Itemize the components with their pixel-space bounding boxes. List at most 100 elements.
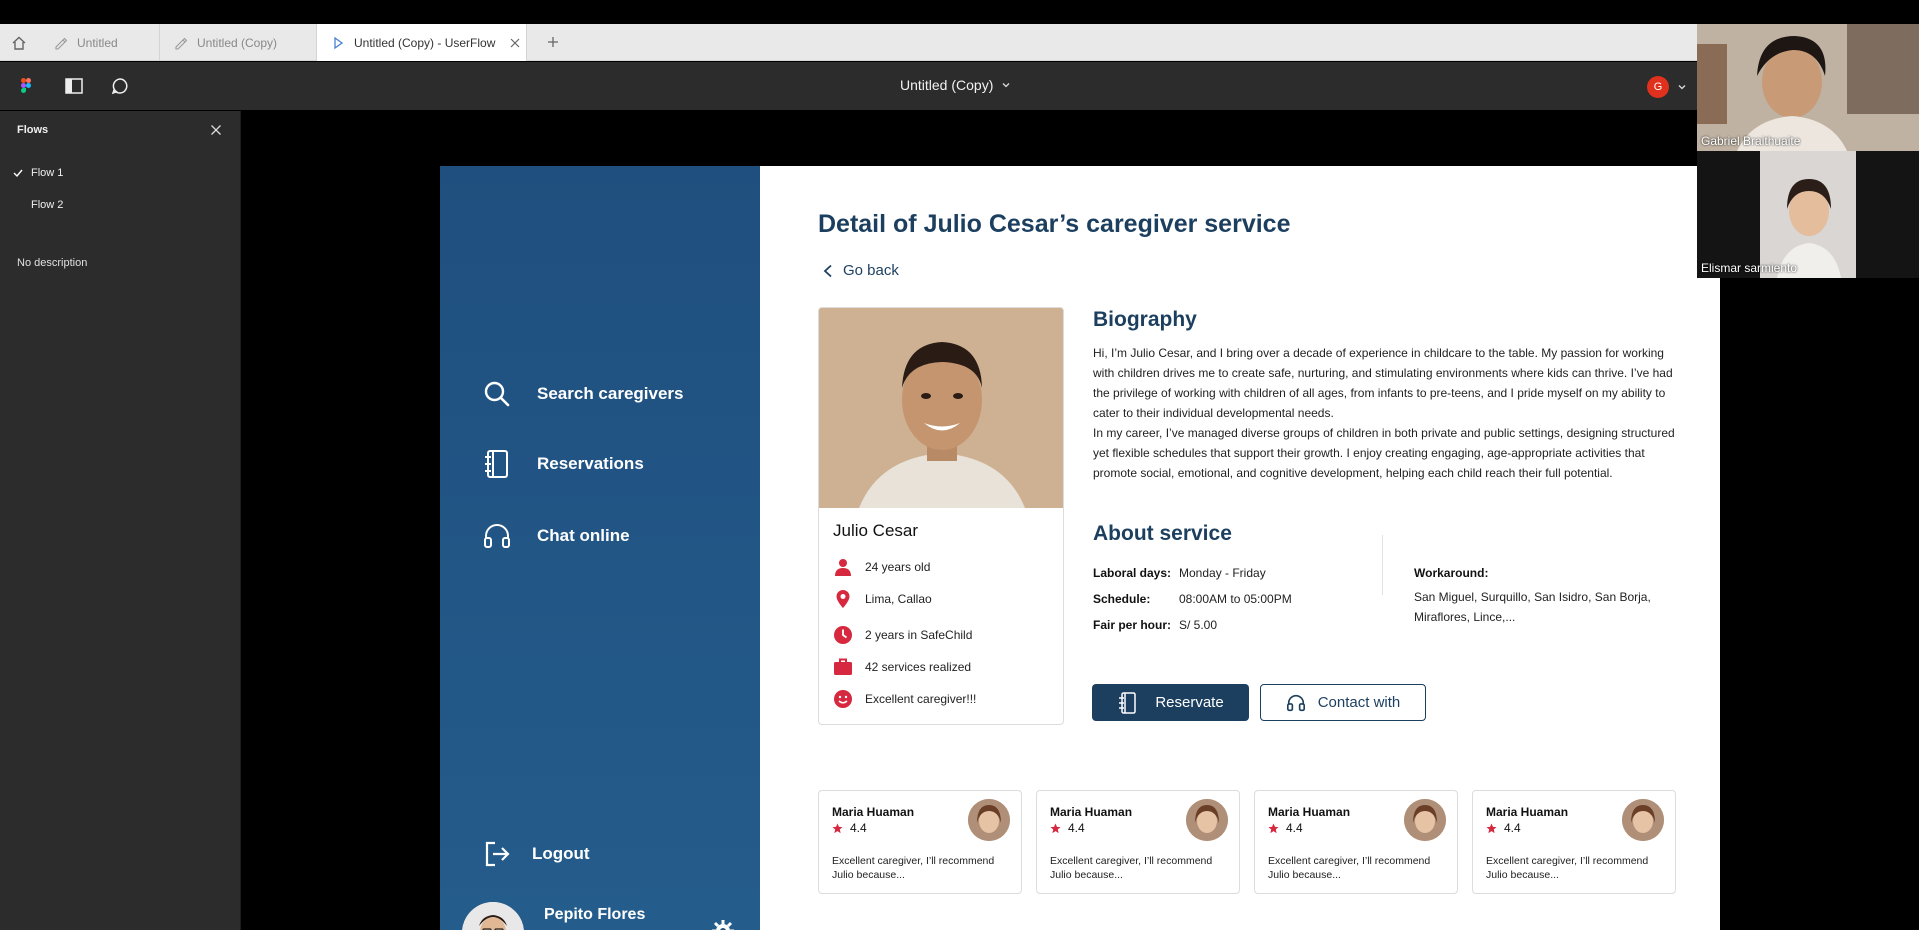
tab-label: Untitled (Copy) xyxy=(197,35,278,50)
location-pin-icon xyxy=(836,590,850,608)
caregiver-profile-card: Julio Cesar 24 years old Lima, Callao 2 … xyxy=(818,307,1064,725)
reviewer-avatar-image xyxy=(1404,799,1446,841)
notebook-icon xyxy=(485,450,508,478)
current-user[interactable]: Pepito Flores xyxy=(462,902,645,930)
nav-reservations[interactable]: Reservations xyxy=(482,449,644,479)
workaround-label: Workaround: xyxy=(1414,566,1489,580)
video-feed xyxy=(1697,151,1919,278)
about-service-title: About service xyxy=(1093,522,1232,545)
avatar xyxy=(1404,799,1446,841)
tab-label: Untitled (Copy) - UserFlow xyxy=(354,35,496,50)
caregiver-photo-image xyxy=(819,308,1063,508)
review-text: Excellent caregiver, I’ll recommend Juli… xyxy=(1486,855,1649,881)
about-label: Schedule: xyxy=(1093,592,1151,606)
avatar xyxy=(968,799,1010,841)
nav-chat-online[interactable]: Chat online xyxy=(482,521,630,551)
close-icon[interactable] xyxy=(210,124,222,136)
workaround-value: San Miguel, Surquillo, San Isidro, San B… xyxy=(1414,590,1651,624)
check-icon xyxy=(13,169,23,178)
review-card[interactable]: Maria Huaman 4.4 Excellent caregiver, I’… xyxy=(818,790,1022,894)
contact-label: Contact with xyxy=(1317,694,1401,711)
chevron-down-icon[interactable] xyxy=(1677,82,1687,92)
app-toolbar: Untitled (Copy) G xyxy=(0,62,1697,110)
rating-value: 4.4 xyxy=(1068,821,1085,835)
tab-untitled[interactable]: Untitled xyxy=(40,24,160,61)
browser-tab-bar: Untitled Untitled (Copy) Untitled (Copy)… xyxy=(0,24,1697,61)
about-value: Monday - Friday xyxy=(1179,566,1266,580)
avatar xyxy=(1186,799,1228,841)
page-title: Detail of Julio Cesar’s caregiver servic… xyxy=(818,210,1291,238)
review-card[interactable]: Maria Huaman 4.4 Excellent caregiver, I’… xyxy=(1472,790,1676,894)
tab-userflow[interactable]: Untitled (Copy) - UserFlow xyxy=(317,24,527,61)
star-icon xyxy=(1486,822,1497,833)
close-icon[interactable] xyxy=(509,37,521,49)
flows-panel: Flows Flow 1 Flow 2 No description xyxy=(0,111,241,930)
headset-icon xyxy=(484,524,510,548)
prototype-frame: Search caregivers Reservations Chat onli… xyxy=(440,166,1720,930)
nav-label: Search caregivers xyxy=(537,384,684,403)
document-title[interactable]: Untitled (Copy) xyxy=(900,77,1011,93)
review-author: Maria Huaman xyxy=(1050,805,1133,819)
headset-icon xyxy=(1286,694,1305,711)
flow-item-label: Flow 1 xyxy=(31,167,64,179)
review-text: Excellent caregiver, I’ll recommend Juli… xyxy=(832,855,995,881)
star-icon xyxy=(1050,822,1061,833)
about-value: 08:00AM to 05:00PM xyxy=(1179,592,1292,606)
go-back-link[interactable]: Go back xyxy=(822,262,899,279)
flow-item-1[interactable]: Flow 1 xyxy=(0,159,241,187)
about-value: S/ 5.00 xyxy=(1179,618,1218,632)
nav-search-caregivers[interactable]: Search caregivers xyxy=(482,379,684,409)
review-text: Excellent caregiver, I’ll recommend Juli… xyxy=(1050,855,1213,881)
video-tile: Gabriel Braithuaite xyxy=(1697,24,1919,151)
screen-top-strip xyxy=(0,0,1919,24)
info-rating-note: Excellent caregiver!!! xyxy=(833,689,976,709)
biography-title: Biography xyxy=(1093,308,1197,331)
review-rating: 4.4 xyxy=(832,821,867,835)
review-card[interactable]: Maria Huaman 4.4 Excellent caregiver, I’… xyxy=(1254,790,1458,894)
flows-title: Flows xyxy=(17,124,49,136)
about-fair-per-hour: Fair per hour: S/ 5.00 xyxy=(1093,618,1217,632)
info-text: 2 years in SafeChild xyxy=(865,628,973,642)
video-tile: Elismar sarmiento xyxy=(1697,151,1919,278)
smiley-icon xyxy=(834,690,852,708)
sidebar-toggle-icon[interactable] xyxy=(64,76,84,96)
logout-button[interactable]: Logout xyxy=(482,839,590,869)
flow-item-2[interactable]: Flow 2 xyxy=(0,191,241,219)
user-avatar[interactable]: G xyxy=(1647,76,1669,98)
document-title-label: Untitled (Copy) xyxy=(900,77,994,93)
avatar xyxy=(1622,799,1664,841)
info-age: 24 years old xyxy=(833,557,930,577)
avatar xyxy=(462,902,524,930)
contact-button[interactable]: Contact with xyxy=(1260,684,1426,721)
reserve-button[interactable]: Reservate xyxy=(1092,684,1249,721)
info-text: Excellent caregiver!!! xyxy=(865,692,977,706)
video-feed xyxy=(1697,24,1919,151)
biography-paragraph: In my career, I’ve managed diverse group… xyxy=(1093,426,1675,480)
person-icon xyxy=(835,559,851,576)
figma-logo-icon[interactable] xyxy=(16,76,36,96)
biography-paragraph: Hi, I’m Julio Cesar, and I bring over a … xyxy=(1093,346,1673,420)
tab-untitled-copy[interactable]: Untitled (Copy) xyxy=(160,24,317,61)
participant-name: Gabriel Braithuaite xyxy=(1701,134,1801,148)
plus-icon[interactable] xyxy=(545,34,561,50)
gear-icon[interactable] xyxy=(710,918,736,930)
home-icon[interactable] xyxy=(10,34,28,52)
review-rating: 4.4 xyxy=(1486,821,1521,835)
rating-value: 4.4 xyxy=(850,821,867,835)
biography-text: Hi, I’m Julio Cesar, and I bring over a … xyxy=(1093,343,1678,483)
review-rating: 4.4 xyxy=(1268,821,1303,835)
review-author: Maria Huaman xyxy=(1486,805,1569,819)
star-icon xyxy=(832,822,843,833)
notebook-icon xyxy=(1119,691,1137,714)
info-text: Lima, Callao xyxy=(865,592,932,606)
comment-icon[interactable] xyxy=(110,76,130,96)
flow-description: No description xyxy=(17,257,88,269)
review-author: Maria Huaman xyxy=(1268,805,1351,819)
about-schedule: Schedule: 08:00AM to 05:00PM xyxy=(1093,592,1292,606)
nav-label: Chat online xyxy=(537,526,630,545)
chevron-left-icon xyxy=(823,264,832,277)
review-text: Excellent caregiver, I’ll recommend Juli… xyxy=(1268,855,1431,881)
info-services: 42 services realized xyxy=(833,657,971,677)
review-card[interactable]: Maria Huaman 4.4 Excellent caregiver, I’… xyxy=(1036,790,1240,894)
app-sidebar: Search caregivers Reservations Chat onli… xyxy=(440,166,760,930)
